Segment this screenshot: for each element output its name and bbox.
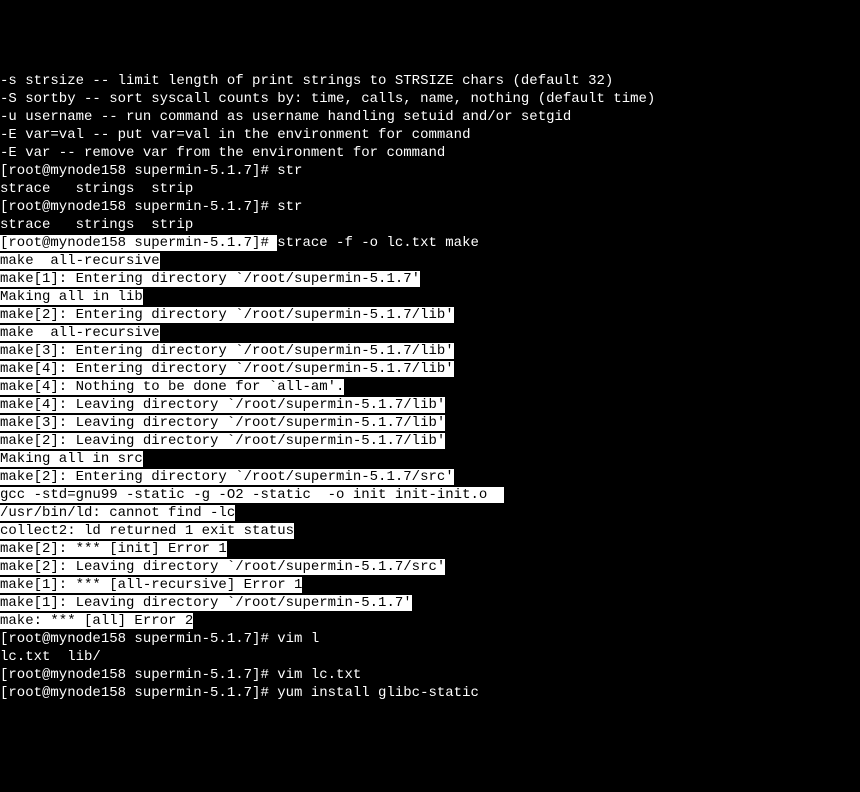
terminal-text: make[1]: *** [all-recursive] Error 1 [0,577,302,593]
terminal-line: make[4]: Entering directory `/root/super… [0,360,860,378]
terminal-text: [root@mynode158 supermin-5.1.7]# str [0,163,302,179]
terminal-line: make all-recursive [0,252,860,270]
terminal-text: -u username -- run command as username h… [0,109,571,125]
terminal-line: strace strings strip [0,180,860,198]
terminal-line: /usr/bin/ld: cannot find -lc [0,504,860,522]
terminal-text: [root@mynode158 supermin-5.1.7]# vim lc.… [0,667,370,683]
terminal-text: -s strsize -- limit length of print stri… [0,73,613,89]
terminal-text: make[2]: Leaving directory `/root/superm… [0,433,445,449]
terminal-line: make[2]: Leaving directory `/root/superm… [0,558,860,576]
terminal-line: make: *** [all] Error 2 [0,612,860,630]
terminal-text: collect2: ld returned 1 exit status [0,523,294,539]
terminal-line: -S sortby -- sort syscall counts by: tim… [0,90,860,108]
terminal-text: make[2]: Entering directory `/root/super… [0,307,454,323]
terminal-line: [root@mynode158 supermin-5.1.7]# str [0,162,860,180]
terminal-text: strace strings strip [0,217,193,233]
terminal-line: [root@mynode158 supermin-5.1.7]# str [0,198,860,216]
terminal-line: make[2]: Leaving directory `/root/superm… [0,432,860,450]
terminal-text: /usr/bin/ld: cannot find -lc [0,505,235,521]
terminal-text: [root@mynode158 supermin-5.1.7]# vim l [0,631,319,647]
terminal-text: -S sortby -- sort syscall counts by: tim… [0,91,655,107]
terminal-line: [root@mynode158 supermin-5.1.7]# vim l [0,630,860,648]
terminal-text: [root@mynode158 supermin-5.1.7]# str [0,199,302,215]
terminal-line: make[1]: Leaving directory `/root/superm… [0,594,860,612]
terminal-line: [root@mynode158 supermin-5.1.7]# yum ins… [0,684,860,702]
terminal-text: Making all in lib [0,289,143,305]
terminal-line: collect2: ld returned 1 exit status [0,522,860,540]
terminal-line: make[2]: Entering directory `/root/super… [0,468,860,486]
terminal-text: make[4]: Entering directory `/root/super… [0,361,454,377]
terminal-text: -E var=val -- put var=val in the environ… [0,127,470,143]
terminal-line: -E var -- remove var from the environmen… [0,144,860,162]
terminal-line: [root@mynode158 supermin-5.1.7]# strace … [0,234,860,252]
terminal-text: make[3]: Leaving directory `/root/superm… [0,415,445,431]
terminal-line: make[2]: Entering directory `/root/super… [0,306,860,324]
terminal-text: make[1]: Leaving directory `/root/superm… [0,595,412,611]
terminal-line: make[3]: Leaving directory `/root/superm… [0,414,860,432]
terminal-text: make[1]: Entering directory `/root/super… [0,271,420,287]
terminal-line: make[1]: *** [all-recursive] Error 1 [0,576,860,594]
terminal-text: [root@mynode158 supermin-5.1.7]# yum ins… [0,685,479,701]
terminal-line: make[4]: Leaving directory `/root/superm… [0,396,860,414]
terminal-line: make all-recursive [0,324,860,342]
terminal-text: make[2]: *** [init] Error 1 [0,541,227,557]
terminal-text-segment: [root@mynode158 supermin-5.1.7]# [0,235,277,251]
terminal-line: -u username -- run command as username h… [0,108,860,126]
terminal-line: Making all in src [0,450,860,468]
terminal-text: make[4]: Nothing to be done for `all-am'… [0,379,344,395]
terminal-line: make[4]: Nothing to be done for `all-am'… [0,378,860,396]
terminal-line: make[1]: Entering directory `/root/super… [0,270,860,288]
terminal-text: strace strings strip [0,181,193,197]
terminal-text: -E var -- remove var from the environmen… [0,145,445,161]
terminal-text: make[2]: Leaving directory `/root/superm… [0,559,445,575]
terminal-text: Making all in src [0,451,143,467]
terminal-text: make all-recursive [0,325,160,341]
terminal-line: -s strsize -- limit length of print stri… [0,72,860,90]
terminal-text: make: *** [all] Error 2 [0,613,193,629]
terminal-text: make[4]: Leaving directory `/root/superm… [0,397,445,413]
terminal-text: make all-recursive [0,253,160,269]
terminal-line: make[3]: Entering directory `/root/super… [0,342,860,360]
terminal-line: gcc -std=gnu99 -static -g -O2 -static -o… [0,486,860,504]
terminal-line: [root@mynode158 supermin-5.1.7]# vim lc.… [0,666,860,684]
terminal-line: -E var=val -- put var=val in the environ… [0,126,860,144]
terminal-output[interactable]: -s strsize -- limit length of print stri… [0,72,860,702]
terminal-line: strace strings strip [0,216,860,234]
terminal-line: Making all in lib [0,288,860,306]
terminal-text: gcc -std=gnu99 -static -g -O2 -static -o… [0,487,504,503]
terminal-text: lc.txt lib/ [0,649,101,665]
terminal-text: make[3]: Entering directory `/root/super… [0,343,454,359]
terminal-line: lc.txt lib/ [0,648,860,666]
terminal-text-segment: strace -f -o lc.txt make [277,235,479,251]
terminal-line: make[2]: *** [init] Error 1 [0,540,860,558]
terminal-text: make[2]: Entering directory `/root/super… [0,469,454,485]
